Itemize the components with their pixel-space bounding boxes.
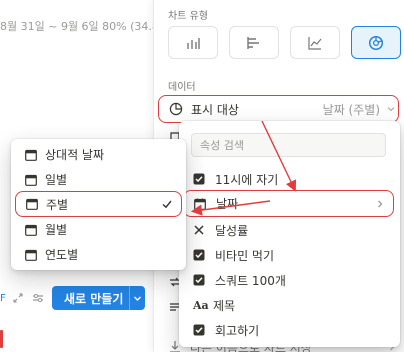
calendar-icon xyxy=(194,198,206,210)
group-item-label: 주별 xyxy=(46,197,69,212)
chevron-down-icon xyxy=(386,104,398,114)
horizontal-bar-chart-icon xyxy=(247,36,261,50)
property-item-title[interactable]: Aa 제목 xyxy=(183,292,394,318)
group-item-label: 연도별 xyxy=(45,248,79,262)
line-chart-icon xyxy=(308,36,322,50)
property-label: 스쿼트 100개 xyxy=(215,273,286,288)
group-item-daily[interactable]: 일별 xyxy=(15,167,182,192)
group-item-label: 월별 xyxy=(45,223,68,237)
new-button[interactable]: 새로 만들기 xyxy=(52,286,145,310)
checkbox-icon xyxy=(193,274,205,286)
checkbox-icon xyxy=(193,249,205,261)
property-menu: 속성 검색 11시에 자기 날짜 달성률 비타민 먹기 스쿼트 100개 Aa … xyxy=(179,121,400,347)
new-button-label: 새로 만들기 xyxy=(52,286,131,310)
chevron-right-icon xyxy=(375,199,385,209)
checkbox-icon xyxy=(193,173,205,185)
chart-type-selector xyxy=(168,26,401,59)
vertical-bar-chart-icon xyxy=(185,36,201,50)
property-label: 제목 xyxy=(213,298,236,313)
property-label: 회고하기 xyxy=(215,323,260,338)
property-label: 비타민 먹기 xyxy=(215,248,275,263)
property-label: 달성률 xyxy=(215,223,249,238)
checkbox-icon xyxy=(193,324,205,336)
group-item-label: 일별 xyxy=(45,173,68,187)
property-label: 날짜 xyxy=(216,197,239,211)
group-item-relative-date[interactable]: 상대적 날짜 xyxy=(15,142,182,167)
date-grouping-menu: 상대적 날짜 일별 주별 월별 연도별 xyxy=(11,139,186,270)
date-range-text: 8월 31일 ~ 9월 6일 80% (34.8% xyxy=(0,20,170,33)
checkmark-icon xyxy=(161,198,173,210)
pie-chart-icon xyxy=(169,102,183,116)
group-item-weekly[interactable]: 주별 xyxy=(15,191,182,217)
chart-type-line[interactable] xyxy=(290,26,340,59)
show-target-row[interactable]: 표시 대상 날짜 (주별) xyxy=(158,95,399,123)
database-toolbar: F 새로 만들기 xyxy=(0,286,160,310)
calendar-icon xyxy=(26,198,38,210)
title-icon: Aa xyxy=(193,298,209,312)
group-item-label: 상대적 날짜 xyxy=(45,148,105,162)
calendar-icon xyxy=(25,149,37,161)
chart-type-horizontal-bar[interactable] xyxy=(229,26,279,59)
property-item-sleep[interactable]: 11시에 자기 xyxy=(183,166,394,192)
group-item-monthly[interactable]: 월별 xyxy=(15,217,182,242)
show-target-value: 날짜 (주별) xyxy=(322,102,380,117)
red-annotation-mark xyxy=(0,330,3,348)
toolbar-f-label[interactable]: F xyxy=(0,293,8,304)
sliders-icon[interactable] xyxy=(28,288,48,308)
property-search-input[interactable]: 속성 검색 xyxy=(191,133,386,157)
property-item-date[interactable]: 날짜 xyxy=(183,190,394,217)
expand-icon[interactable] xyxy=(8,288,28,308)
property-label: 11시에 자기 xyxy=(215,172,279,187)
chart-type-vertical-bar[interactable] xyxy=(168,26,218,59)
chart-type-label: 차트 유형 xyxy=(168,11,208,22)
show-target-label: 표시 대상 xyxy=(191,102,239,117)
property-item-vitamin[interactable]: 비타민 먹기 xyxy=(183,242,394,268)
donut-chart-icon xyxy=(368,35,384,51)
chart-type-donut[interactable] xyxy=(351,26,401,59)
calendar-icon xyxy=(25,249,37,261)
chevron-down-icon[interactable] xyxy=(130,294,145,303)
formula-icon xyxy=(193,224,205,236)
property-item-squat[interactable]: 스쿼트 100개 xyxy=(183,267,394,293)
property-item-retrospect[interactable]: 회고하기 xyxy=(183,317,394,343)
calendar-icon xyxy=(25,174,37,186)
calendar-icon xyxy=(25,224,37,236)
data-section-label: 데이터 xyxy=(168,82,196,93)
group-item-yearly[interactable]: 연도별 xyxy=(15,242,182,267)
property-item-achievement[interactable]: 달성률 xyxy=(183,217,394,243)
